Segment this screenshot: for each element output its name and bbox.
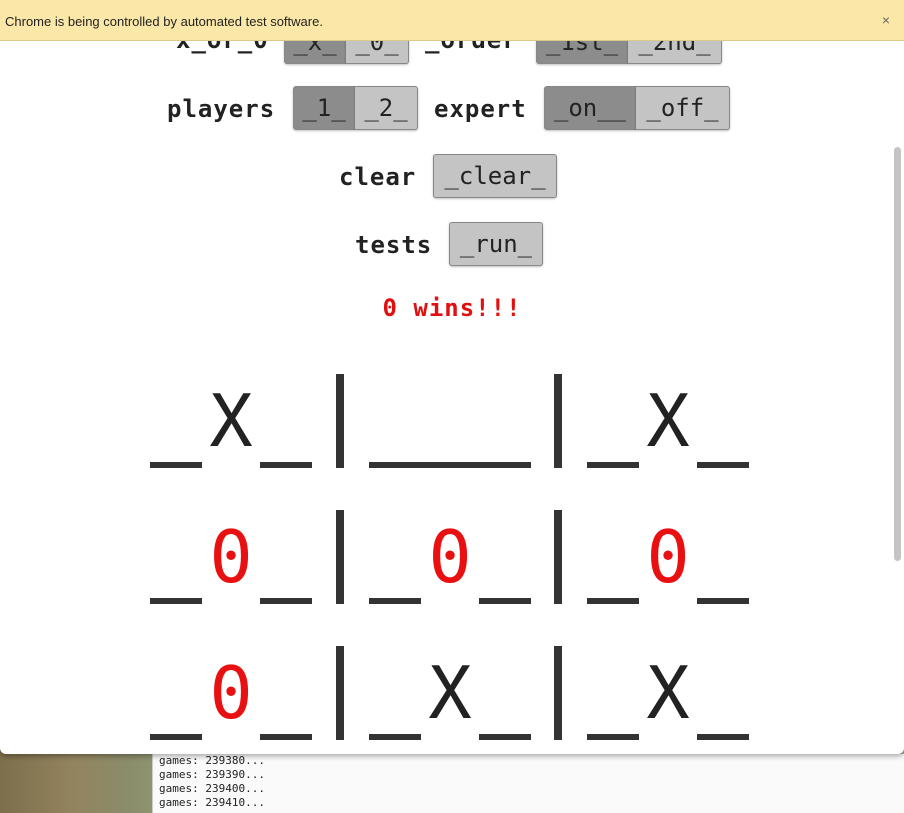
board-divider [554, 374, 562, 468]
terminal-line: games: 239410... [159, 796, 265, 809]
cell-underscore [479, 598, 531, 604]
cell-mark: X [646, 379, 690, 463]
terminal-line: games: 239400... [159, 782, 265, 795]
cell-underscore [150, 462, 202, 468]
expert-label: expert [434, 95, 527, 123]
cell-underscore [697, 598, 749, 604]
board-cell-2-0[interactable]: 0 [148, 638, 314, 748]
board-cell-1-0[interactable]: 0 [148, 502, 314, 612]
cell-underscore [697, 462, 749, 468]
players-2-button[interactable]: _2_ [355, 86, 418, 130]
board-cell-1-2[interactable]: 0 [585, 502, 751, 612]
cell-underscore [479, 462, 531, 468]
cell-underscore [260, 734, 312, 740]
cell-underscore [369, 598, 421, 604]
expert-off-button[interactable]: _off_ [636, 86, 730, 130]
infobar-notch [90, 0, 108, 3]
players-label: players [167, 95, 276, 123]
cell-underscore [260, 598, 312, 604]
cell-underscore [587, 734, 639, 740]
board-divider [554, 510, 562, 604]
scrollbar-thumb[interactable] [894, 147, 901, 561]
cell-underscore [587, 598, 639, 604]
cell-underscore [697, 734, 749, 740]
board-cell-1-1[interactable]: 0 [367, 502, 533, 612]
close-icon[interactable]: × [882, 12, 890, 28]
cell-underscore [260, 462, 312, 468]
scrollbar[interactable] [890, 41, 904, 754]
cell-mark: X [646, 651, 690, 735]
row-tests: tests _run_ [0, 222, 904, 270]
cell-mark [421, 462, 479, 468]
players-1-button[interactable]: _1_ [293, 86, 355, 130]
terminal-window[interactable]: games: 239380... games: 239390... games:… [152, 754, 904, 813]
browser-window: x_or_0 _x_ _0_ _order _1st_ _2nd_ player… [0, 0, 904, 754]
board-divider [336, 374, 344, 468]
cell-underscore [369, 734, 421, 740]
board-divider [336, 510, 344, 604]
cell-mark: X [428, 651, 472, 735]
cell-underscore [150, 734, 202, 740]
infobar-message: Chrome is being controlled by automated … [5, 14, 323, 29]
page-content: x_or_0 _x_ _0_ _order _1st_ _2nd_ player… [0, 0, 904, 754]
cell-underscore [587, 462, 639, 468]
terminal-line: games: 239380... [159, 754, 265, 767]
run-tests-button[interactable]: _run_ [449, 222, 543, 266]
cell-mark: 0 [209, 651, 253, 735]
board-divider [336, 646, 344, 740]
board-cell-2-2[interactable]: X [585, 638, 751, 748]
row-players-expert: players _1_ _2_ expert _on__ _off_ [0, 86, 904, 134]
automation-infobar: Chrome is being controlled by automated … [0, 0, 904, 41]
expert-on-button[interactable]: _on__ [544, 86, 636, 130]
board-cell-0-0[interactable]: X [148, 366, 314, 476]
row-clear: clear _clear_ [0, 154, 904, 202]
board-cell-0-1[interactable] [367, 366, 533, 476]
terminal-line: games: 239390... [159, 768, 265, 781]
cell-underscore [150, 598, 202, 604]
cell-underscore [479, 734, 531, 740]
cell-underscore [369, 462, 421, 468]
cell-mark: 0 [646, 515, 690, 599]
board-cell-0-2[interactable]: X [585, 366, 751, 476]
cell-mark: 0 [428, 515, 472, 599]
cell-mark: 0 [209, 515, 253, 599]
board-cell-2-1[interactable]: X [367, 638, 533, 748]
tests-label: tests [355, 231, 433, 259]
clear-label: clear [339, 163, 417, 191]
cell-mark: X [209, 379, 253, 463]
win-status: 0 wins!!! [382, 294, 522, 322]
board-divider [554, 646, 562, 740]
clear-button[interactable]: _clear_ [433, 154, 557, 198]
